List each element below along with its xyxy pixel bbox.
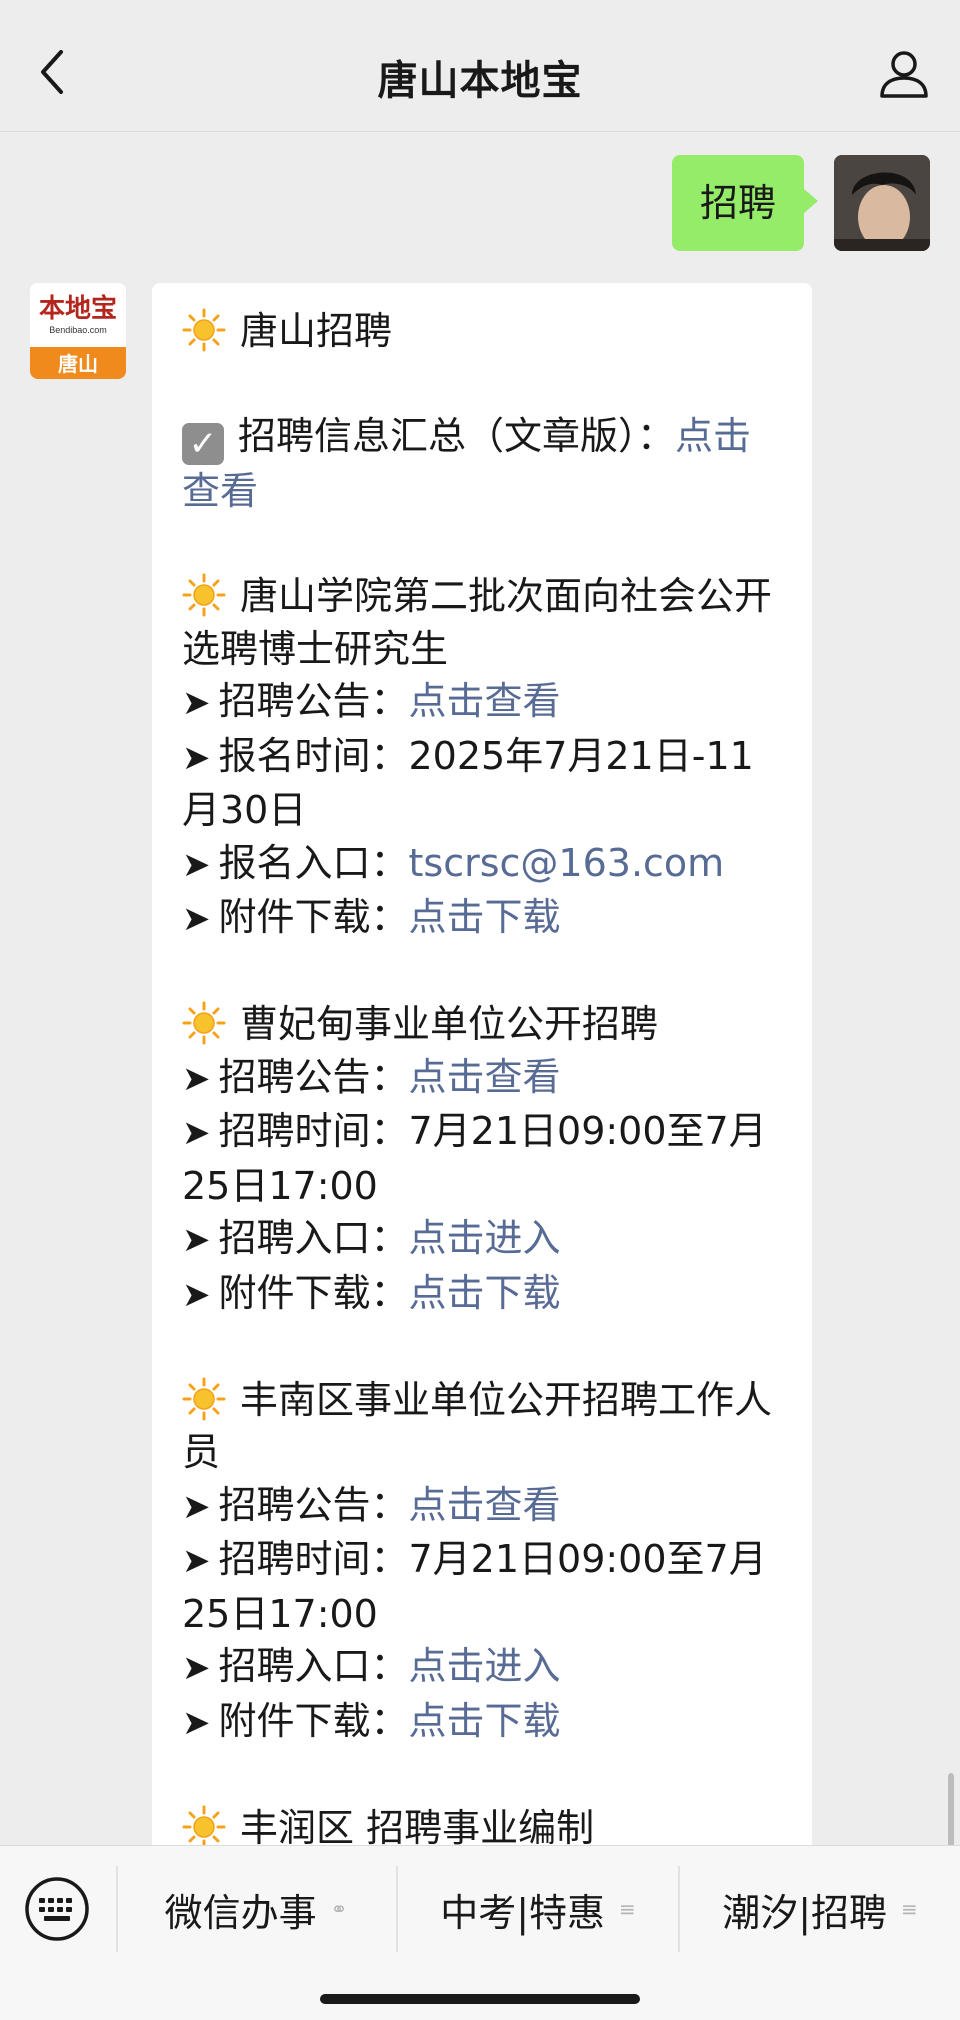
chat-scrollbar[interactable] (948, 1773, 954, 1845)
item-link[interactable]: 点击下载 (409, 1699, 561, 1743)
item-link[interactable]: 点击查看 (409, 679, 561, 723)
sun-icon (182, 1805, 226, 1845)
arrow-bullet-icon: ➤ (182, 1220, 211, 1260)
arrow-bullet-icon: ➤ (182, 1648, 211, 1688)
sun-icon (182, 1377, 226, 1420)
heading-text: 丰润区 招聘事业编制 (240, 1805, 595, 1846)
heading-text: 曹妃甸事业单位公开招聘 (240, 1002, 659, 1046)
info-item: ➤ 报名入口：tscrsc@163.com (182, 837, 782, 892)
menu-item-label: 微信办事 (164, 1890, 317, 1935)
summary-text: 招聘信息汇总（文章版）： (238, 414, 676, 458)
section-heading: 丰润区 招聘事业编制 (182, 1802, 782, 1846)
keyboard-toggle-button[interactable] (22, 1874, 92, 1944)
arrow-bullet-icon: ➤ (182, 1274, 211, 1315)
menu-item-tide-recruit[interactable]: 潮汐|招聘 ≡ (680, 1872, 960, 1946)
home-indicator (320, 1994, 640, 2004)
info-item: ➤ 附件下载：点击下载 (182, 1267, 782, 1322)
bendibao-logo: 本地宝 Bendibao.com 唐山 (30, 283, 126, 379)
item-label: 招聘时间：7月21日09:00至7月25日17:00 (182, 1537, 767, 1636)
logo-sub-text: Bendibao.com (49, 325, 107, 335)
sent-message-bubble[interactable]: 招聘 (671, 155, 819, 251)
menu-item-label: 中考|特惠 (440, 1890, 606, 1935)
item-link[interactable]: 点击进入 (409, 1644, 561, 1688)
info-item: ➤ 招聘时间：7月21日09:00至7月25日17:00 (182, 1533, 782, 1640)
section-heading: 唐山招聘 (182, 305, 782, 358)
user-avatar-image (834, 155, 930, 251)
logo-top-text: 本地宝 (39, 293, 117, 323)
section-heading: 曹妃甸事业单位公开招聘 (182, 998, 782, 1051)
item-label: 报名入口： (218, 840, 409, 885)
item-label: 招聘公告： (218, 1054, 409, 1099)
item-label: 招聘入口： (218, 1644, 409, 1688)
summary-line: ✓ 招聘信息汇总（文章版）：点击查看 (182, 410, 782, 518)
item-label: 附件下载： (218, 1698, 409, 1743)
menu-item-exam-deals[interactable]: 中考|特惠 ≡ (398, 1872, 678, 1946)
info-item: ➤ 附件下载：点击下载 (182, 891, 782, 946)
link-icon: ⚭ (330, 1897, 348, 1921)
info-item: ➤ 报名时间：2025年7月21日-11月30日 (182, 730, 782, 837)
arrow-bullet-icon: ➤ (182, 899, 211, 939)
item-link[interactable]: 点击进入 (409, 1216, 561, 1260)
heading-text: 唐山学院第二批次面向社会公开选聘博士研究生 (182, 574, 773, 671)
sun-icon (182, 573, 226, 617)
person-icon (880, 51, 928, 98)
item-link[interactable]: 点击下载 (409, 895, 561, 939)
item-label: 招聘公告： (218, 679, 409, 723)
info-item: ➤ 招聘公告：点击查看 (182, 1479, 782, 1534)
profile-button[interactable] (872, 44, 936, 104)
menu-lines-icon: ≡ (901, 1897, 918, 1921)
menu-item-wechat-services[interactable]: 微信办事 ⚭ (118, 1872, 394, 1946)
item-label: 招聘时间：7月21日09:00至7月25日17:00 (182, 1109, 767, 1208)
item-link[interactable]: 点击查看 (409, 1483, 561, 1527)
item-label: 附件下载： (218, 895, 409, 939)
menu-item-label: 潮汐|招聘 (722, 1890, 888, 1935)
item-label: 附件下载： (218, 1270, 409, 1315)
checkbox-icon: ✓ (182, 423, 224, 465)
info-item: ➤ 招聘公告：点击查看 (182, 1051, 782, 1106)
arrow-bullet-icon: ➤ (182, 737, 211, 778)
item-label: 招聘公告： (218, 1482, 409, 1527)
item-link[interactable]: tscrsc@163.com (409, 841, 725, 885)
sun-icon (182, 1001, 226, 1045)
arrow-bullet-icon: ➤ (182, 844, 211, 885)
logo-bottom-text: 唐山 (58, 352, 98, 376)
sun-icon (182, 308, 226, 352)
info-item: ➤ 招聘入口：点击进入 (182, 1640, 782, 1695)
item-label: 报名时间：2025年7月21日-11月30日 (182, 733, 754, 833)
heading-text: 丰南区事业单位公开招聘工作人员 (182, 1377, 773, 1475)
info-item: ➤ 招聘入口：点击进入 (182, 1212, 782, 1267)
item-label: 招聘入口： (218, 1216, 409, 1260)
arrow-bullet-icon: ➤ (182, 1541, 211, 1581)
keyboard-icon (25, 1877, 89, 1941)
info-item: ➤ 招聘公告：点击查看 (182, 675, 782, 730)
chat-title: 唐山本地宝 (377, 58, 583, 104)
bot-avatar[interactable]: 本地宝 Bendibao.com 唐山 (30, 283, 126, 379)
item-link[interactable]: 点击查看 (409, 1055, 561, 1099)
arrow-bullet-icon: ➤ (182, 683, 211, 723)
top-nav-bar: 唐山本地宝 (0, 0, 960, 132)
info-item: ➤ 招聘时间：7月21日09:00至7月25日17:00 (182, 1105, 782, 1212)
section-heading: 唐山学院第二批次面向社会公开选聘博士研究生 (182, 570, 782, 675)
arrow-bullet-icon: ➤ (182, 1486, 211, 1527)
bottom-menu-bar: 微信办事 ⚭ 中考|特惠 ≡ 潮汐|招聘 ≡ (0, 1845, 960, 2020)
sent-message-row: 招聘 (671, 155, 930, 251)
item-link[interactable]: 点击下载 (409, 1271, 561, 1315)
info-item: ➤ 附件下载：点击下载 (182, 1695, 782, 1750)
arrow-bullet-icon: ➤ (182, 1113, 211, 1153)
arrow-bullet-icon: ➤ (182, 1702, 211, 1743)
menu-lines-icon: ≡ (619, 1897, 636, 1921)
received-message-bubble: 唐山招聘 ✓ 招聘信息汇总（文章版）： 点击查看 唐山学院第二批次面向社会公开选聘博士研… (152, 283, 812, 1845)
heading-text: 唐山招聘 (240, 309, 393, 353)
section-heading: 丰南区事业单位公开招聘工作人员 (182, 1374, 782, 1479)
chat-area[interactable]: 招聘 本地宝 Bendibao.com 唐山 唐山招聘 ✓ 招聘信息汇总（文章版）：… (0, 133, 960, 1845)
user-avatar[interactable] (834, 155, 930, 251)
arrow-bullet-icon: ➤ (182, 1058, 211, 1099)
